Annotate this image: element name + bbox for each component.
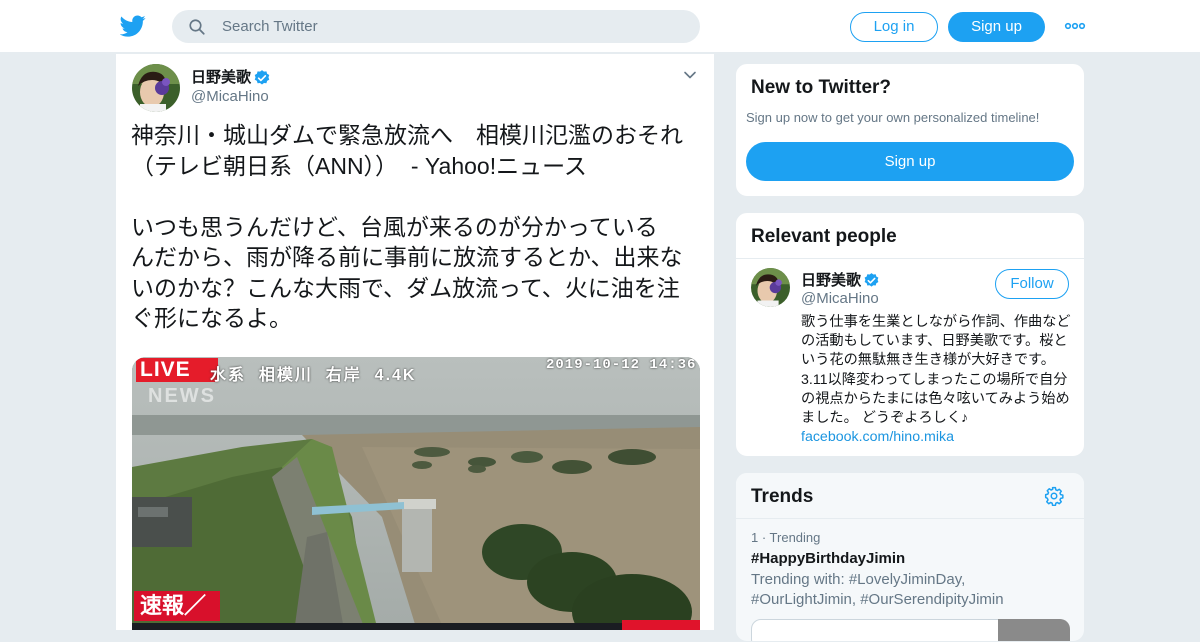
signup-button[interactable]: Sign up: [948, 12, 1045, 42]
card-title: New to Twitter?: [751, 77, 892, 98]
person-name[interactable]: 日野美歌: [801, 269, 861, 290]
trend-related: Trending with: #LovelyJiminDay, #OurLigh…: [751, 571, 1004, 608]
author-name[interactable]: 日野美歌: [191, 66, 251, 87]
author-handle[interactable]: @MicaHino: [191, 88, 269, 105]
card-title: Trends: [751, 486, 814, 507]
verified-badge-icon: [864, 273, 879, 287]
camera-location-label: 水系 相模川 右岸 4.4K: [210, 367, 417, 384]
relevant-people-card: Relevant people 日野美歌 @MicaHino Follow 歌う…: [735, 212, 1085, 457]
search-box: [172, 10, 700, 43]
gear-icon[interactable]: [1044, 486, 1064, 506]
camera-timestamp: 2019-10-12 14:36: [546, 357, 697, 373]
chevron-down-icon[interactable]: [683, 68, 697, 82]
river-flood-photo: [132, 357, 700, 630]
follow-button[interactable]: Follow: [995, 269, 1069, 299]
login-button[interactable]: Log in: [850, 12, 938, 42]
avatar[interactable]: [751, 268, 790, 307]
top-navigation-bar: Log in Sign up: [0, 0, 1200, 53]
tweet-detail: 日野美歌 @MicaHino 神奈川・城山ダムで緊急放流へ 相模川氾濫のおそれ …: [115, 54, 715, 630]
verified-badge-icon: [254, 70, 270, 85]
person-handle[interactable]: @MicaHino: [801, 290, 879, 307]
search-icon: [189, 19, 205, 35]
trends-card: Trends 1 · Trending #HappyBirthdayJimin …: [735, 472, 1085, 642]
trend-rank: 1 · Trending: [751, 530, 821, 545]
trends-header: Trends: [736, 473, 1084, 519]
live-badge: LIVE: [136, 358, 218, 382]
ticker-strip: [132, 623, 700, 630]
news-watermark: NEWS: [148, 385, 216, 407]
trend-thumbnail[interactable]: [998, 619, 1070, 641]
tweet-media-image[interactable]: LIVE NEWS 水系 相模川 右岸 4.4K 2019-10-12 14:3…: [132, 357, 700, 630]
tweet-text: 神奈川・城山ダムで緊急放流へ 相模川氾濫のおそれ （テレビ朝日系（ANN）） -…: [131, 122, 683, 331]
avatar[interactable]: [132, 64, 180, 112]
corner-graphic: [622, 620, 700, 630]
new-to-twitter-card: New to Twitter? Sign up now to get your …: [735, 63, 1085, 197]
trend-hashtag[interactable]: #HappyBirthdayJimin: [751, 550, 905, 567]
signup-card-button[interactable]: Sign up: [746, 142, 1074, 181]
bio-text: 歌う仕事を生業としながら作詞、作曲などの活動もしています、日野美歌です。桜という…: [801, 314, 1071, 427]
more-options-icon[interactable]: [1064, 18, 1086, 34]
card-title: Relevant people: [751, 226, 897, 247]
divider: [736, 258, 1084, 259]
breaking-news-label: 速報／: [134, 591, 220, 621]
search-input[interactable]: [222, 10, 682, 43]
person-bio: 歌う仕事を生業としながら作詞、作曲などの活動もしています、日野美歌です。桜という…: [801, 313, 1077, 447]
twitter-bird-logo-icon[interactable]: [120, 13, 146, 39]
card-subtitle: Sign up now to get your own personalized…: [746, 110, 1040, 125]
bio-link[interactable]: facebook.com/hino.mika: [801, 429, 954, 445]
